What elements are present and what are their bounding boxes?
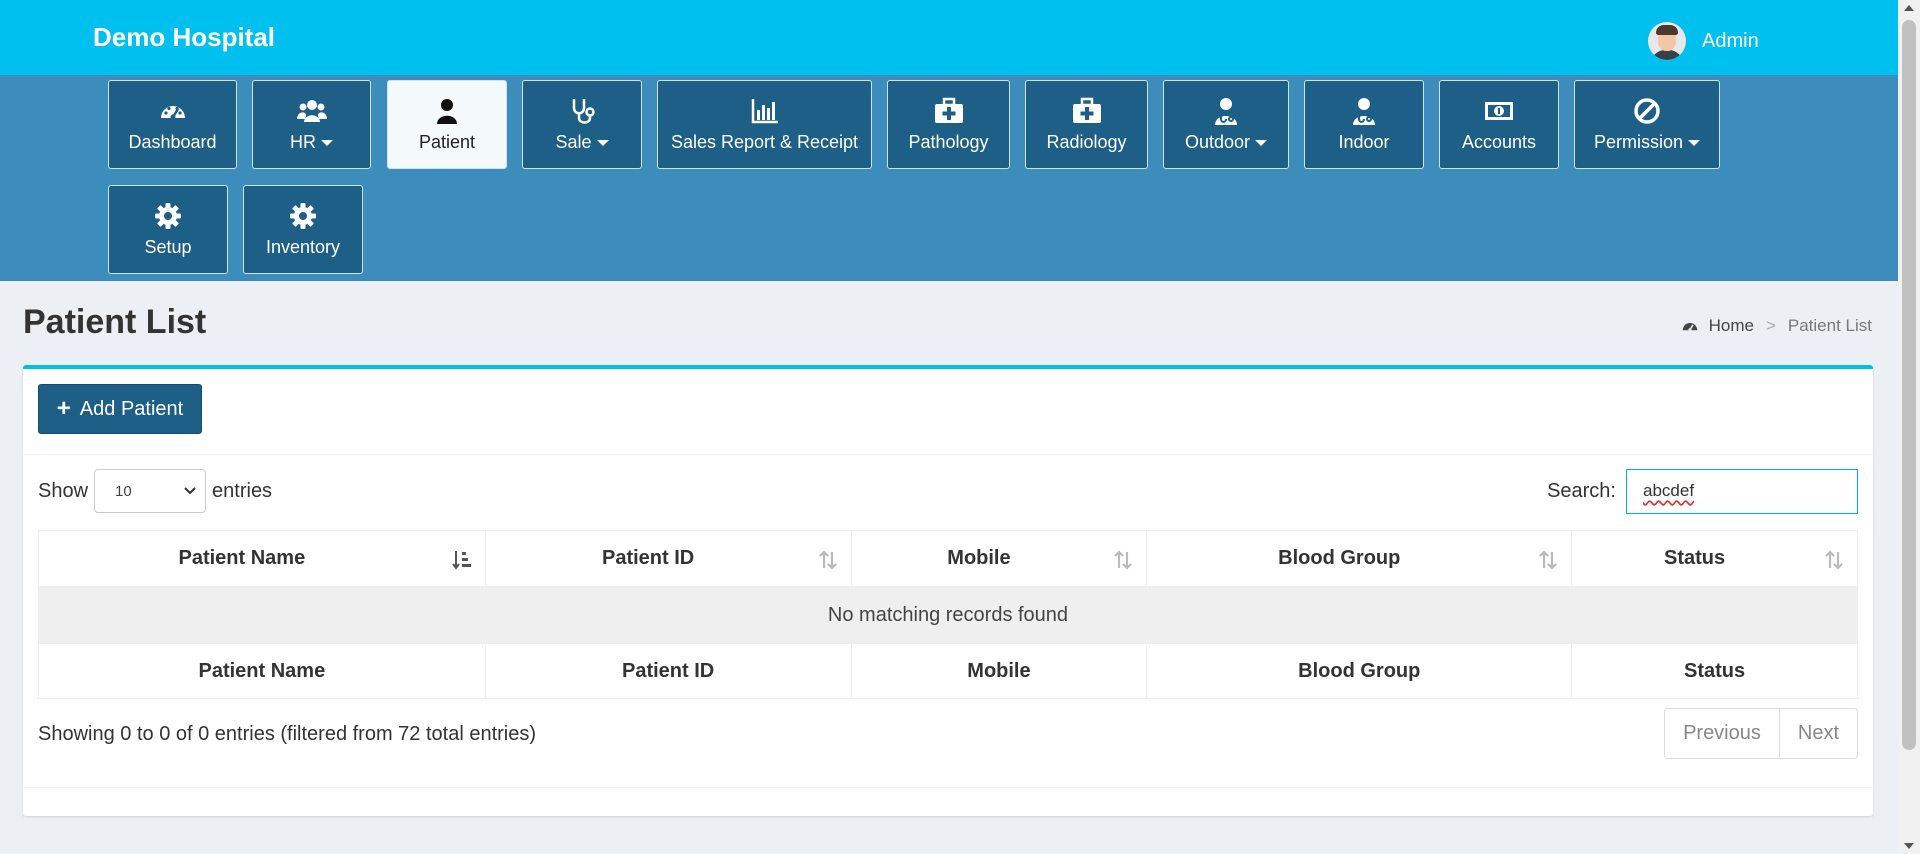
- entries-select[interactable]: 10: [94, 469, 207, 513]
- dashboard-gauge-icon: [1681, 317, 1699, 335]
- column-header-status[interactable]: Status: [1571, 530, 1858, 587]
- medkit-icon: [1072, 96, 1102, 126]
- sort-icon: [1114, 550, 1133, 570]
- nav-item-outdoor[interactable]: Outdoor: [1163, 80, 1289, 169]
- next-page-button[interactable]: Next: [1778, 709, 1857, 758]
- user-icon: [432, 96, 462, 126]
- nav-label: Patient: [418, 132, 476, 152]
- sort-icon: [818, 550, 837, 570]
- medkit-icon: [934, 96, 964, 126]
- patient-table: Patient Name Patient ID Mobile Blood Gro…: [38, 530, 1858, 699]
- breadcrumb-separator: >: [1765, 316, 1776, 335]
- nav-item-patient[interactable]: Patient: [387, 80, 507, 169]
- footer-column-blood-group: Blood Group: [1146, 643, 1573, 699]
- users-icon: [296, 96, 327, 126]
- nav-item-radiology[interactable]: Radiology: [1025, 80, 1148, 169]
- column-header-patient-name[interactable]: Patient Name: [38, 530, 486, 587]
- nav-item-pathology[interactable]: Pathology: [887, 80, 1010, 169]
- footer-column-status: Status: [1571, 643, 1858, 699]
- money-icon: [1484, 96, 1514, 126]
- chevron-down-icon: [596, 139, 609, 146]
- user-avatar-icon[interactable]: [1648, 22, 1686, 60]
- table-row: No matching records found: [38, 586, 1858, 644]
- dashboard-gauge-icon: [158, 96, 188, 126]
- vertical-scrollbar[interactable]: [1898, 0, 1920, 854]
- nav-label: Outdoor: [1185, 132, 1268, 153]
- nav-item-permission[interactable]: Permission: [1574, 80, 1720, 169]
- page-title: Patient List: [23, 303, 207, 341]
- nav-item-accounts[interactable]: Accounts: [1439, 80, 1559, 169]
- pagination: Previous Next: [1664, 708, 1858, 759]
- gear-icon: [288, 201, 318, 231]
- table-search: Search: abcdef: [1547, 469, 1858, 514]
- nav-label: Pathology: [908, 132, 989, 152]
- entries-select-value: 10: [115, 483, 132, 500]
- nav-item-hr[interactable]: HR: [252, 80, 371, 169]
- chevron-down-icon: [321, 139, 333, 146]
- chevron-down-icon: [1688, 139, 1701, 146]
- previous-page-button[interactable]: Previous: [1665, 709, 1779, 758]
- doctor-icon: [1211, 96, 1241, 126]
- show-label: Show: [38, 479, 89, 502]
- nav-label: Dashboard: [128, 132, 217, 152]
- doctor-icon: [1349, 96, 1379, 126]
- nav-label: Accounts: [1461, 132, 1537, 152]
- panel-header: + Add Patient: [23, 369, 1873, 455]
- scrollbar-thumb[interactable]: [1902, 20, 1916, 750]
- main-nav: Dashboard HR Patient Sale Sales Report &…: [0, 75, 1898, 281]
- column-header-mobile[interactable]: Mobile: [850, 530, 1148, 587]
- footer-column-mobile: Mobile: [850, 643, 1148, 699]
- brand-logo-text[interactable]: Demo Hospital: [93, 22, 275, 53]
- empty-table-message: No matching records found: [38, 586, 1858, 644]
- nav-item-setup[interactable]: Setup: [108, 185, 228, 274]
- bar-chart-icon: [750, 96, 780, 126]
- user-menu[interactable]: Admin: [1648, 22, 1759, 60]
- footer-column-patient-id: Patient ID: [484, 643, 852, 699]
- add-patient-label: Add Patient: [79, 397, 184, 420]
- nav-label: Inventory: [265, 237, 341, 257]
- chevron-down-icon: [1255, 139, 1268, 146]
- footer-column-patient-name: Patient Name: [38, 643, 486, 699]
- nav-item-dashboard[interactable]: Dashboard: [108, 80, 237, 169]
- entries-length-control: Show 10 entries: [38, 469, 272, 513]
- breadcrumb-home-link[interactable]: Home: [1709, 316, 1754, 336]
- sort-icon: [1825, 550, 1843, 570]
- breadcrumb-current: Patient List: [1787, 316, 1872, 335]
- nav-label: HR: [290, 132, 333, 153]
- nav-label: Indoor: [1338, 132, 1390, 152]
- panel-footer-divider: [23, 787, 1873, 788]
- chevron-down-icon: [184, 487, 196, 495]
- breadcrumb: Home > Patient List: [1681, 316, 1872, 336]
- add-patient-button[interactable]: + Add Patient: [38, 384, 202, 434]
- entries-label: entries: [212, 479, 273, 502]
- nav-label: Sale: [555, 132, 609, 153]
- nav-item-indoor[interactable]: Indoor: [1304, 80, 1424, 169]
- stethoscope-icon: [567, 96, 597, 126]
- sort-ascending-icon: [451, 551, 471, 570]
- patient-list-panel: + Add Patient Show 10 entries Search: ab…: [23, 365, 1873, 816]
- scroll-up-arrow-icon[interactable]: [1904, 5, 1914, 11]
- gear-icon: [153, 201, 183, 231]
- nav-label: Sales Report & Receipt: [670, 132, 859, 152]
- ban-icon: [1632, 96, 1662, 126]
- nav-label: Permission: [1594, 132, 1701, 153]
- user-name[interactable]: Admin: [1702, 30, 1759, 53]
- sort-icon: [1539, 550, 1557, 570]
- plus-icon: +: [56, 395, 71, 422]
- nav-item-sales-report[interactable]: Sales Report & Receipt: [657, 80, 872, 169]
- table-info: Showing 0 to 0 of 0 entries (filtered fr…: [38, 723, 537, 745]
- nav-label: Radiology: [1046, 132, 1127, 152]
- nav-item-inventory[interactable]: Inventory: [243, 185, 363, 274]
- column-header-patient-id[interactable]: Patient ID: [484, 530, 852, 587]
- search-input[interactable]: abcdef: [1626, 469, 1858, 514]
- nav-label: Setup: [144, 237, 192, 257]
- search-label: Search:: [1547, 480, 1616, 502]
- column-header-blood-group[interactable]: Blood Group: [1146, 530, 1573, 587]
- top-header-bar: Demo Hospital Admin: [0, 0, 1898, 75]
- nav-item-sale[interactable]: Sale: [522, 80, 642, 169]
- scroll-down-arrow-icon[interactable]: [1904, 843, 1914, 849]
